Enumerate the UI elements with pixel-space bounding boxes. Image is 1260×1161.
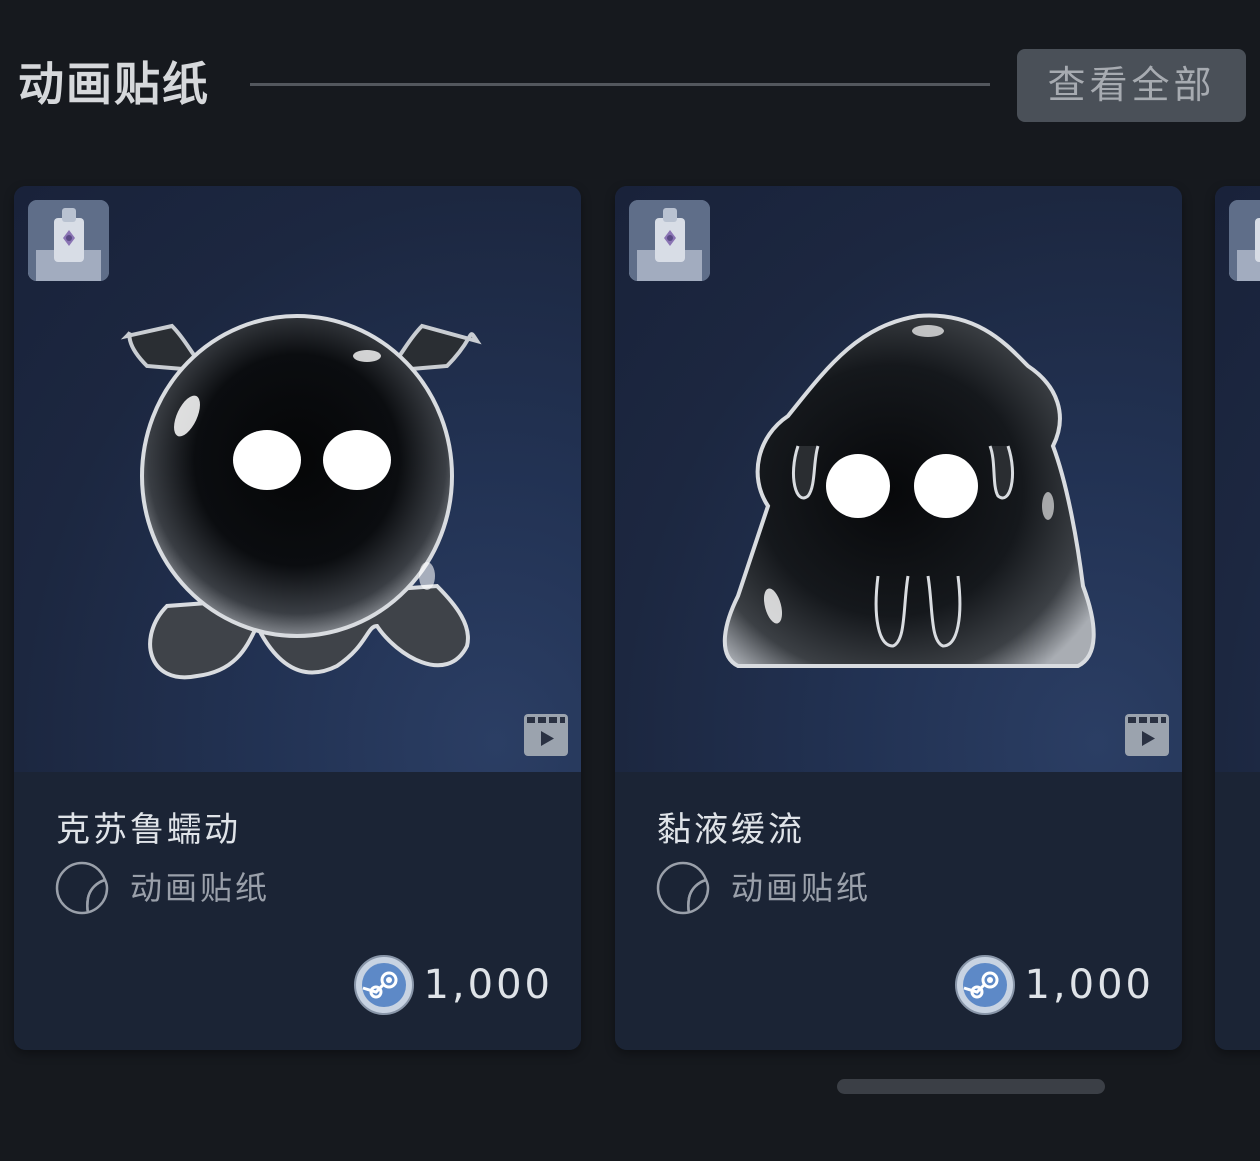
view-all-button[interactable]: 查看全部 <box>1017 49 1246 122</box>
sticker-info <box>1215 772 1260 1050</box>
sticker-icon <box>55 861 109 915</box>
steam-points-icon <box>955 955 1015 1015</box>
sticker-type-label: 动画贴纸 <box>731 869 872 907</box>
header-divider <box>250 83 990 86</box>
slime-blob-sticker-icon <box>722 313 1096 668</box>
sticker-card[interactable]: 克苏鲁蠕动 动画贴纸 1,000 <box>14 186 581 1050</box>
section-header: 动画贴纸 查看全部 <box>0 0 1260 170</box>
sticker-preview <box>1215 186 1260 772</box>
sticker-preview <box>615 186 1182 772</box>
sticker-store-page: 动画贴纸 查看全部 克苏鲁蠕动 动画贴纸 1,000 黏液缓流 动画贴纸 1,0… <box>0 0 1260 1161</box>
price-value: 1,000 <box>423 962 553 1008</box>
steam-points-icon <box>354 955 414 1015</box>
price-value: 1,000 <box>1024 962 1154 1008</box>
sticker-name: 黏液缓流 <box>657 810 805 850</box>
section-title: 动画贴纸 <box>18 57 210 111</box>
sticker-card[interactable] <box>1215 186 1260 1050</box>
animated-video-icon <box>524 714 568 756</box>
sticker-icon <box>656 861 710 915</box>
animated-video-icon <box>1125 714 1169 756</box>
sticker-type-label: 动画贴纸 <box>130 869 271 907</box>
sticker-type-row: 动画贴纸 <box>54 860 454 916</box>
sticker-card[interactable]: 黏液缓流 动画贴纸 1,000 <box>615 186 1182 1050</box>
sticker-preview <box>14 186 581 772</box>
octopus-blob-sticker-icon <box>120 314 482 680</box>
sticker-type-row: 动画贴纸 <box>655 860 1055 916</box>
sticker-info: 克苏鲁蠕动 动画贴纸 1,000 <box>14 772 581 1050</box>
sticker-name: 克苏鲁蠕动 <box>56 810 241 850</box>
horizontal-scrollbar[interactable] <box>837 1079 1105 1094</box>
sticker-info: 黏液缓流 动画贴纸 1,000 <box>615 772 1182 1050</box>
game-thumbnail-icon[interactable] <box>1229 200 1260 281</box>
